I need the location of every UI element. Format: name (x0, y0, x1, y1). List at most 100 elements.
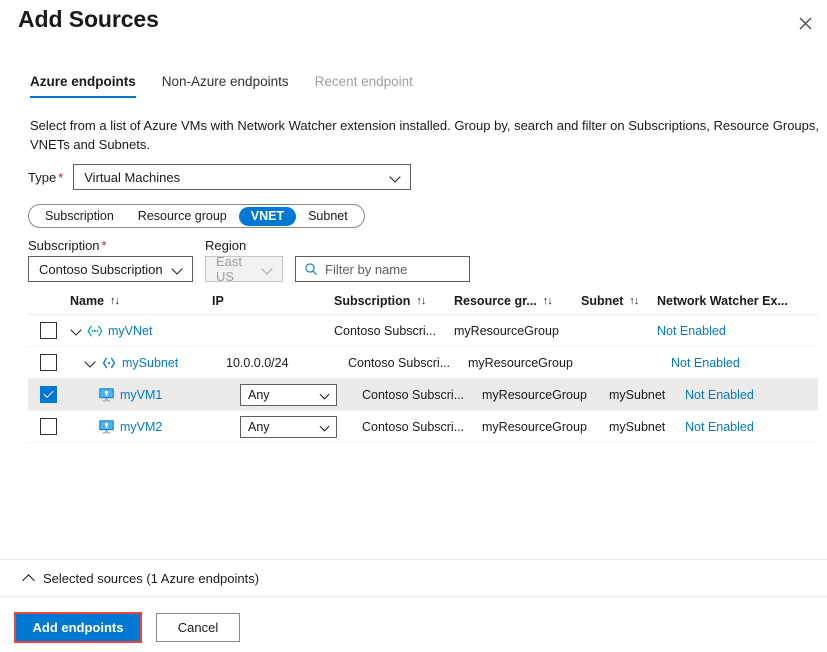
row-network-watcher-cell: Not Enabled (685, 388, 818, 402)
filters-row: Subscription * Contoso Subscription Regio… (28, 238, 470, 284)
row-network-watcher-cell: Not Enabled (657, 324, 818, 338)
cancel-button[interactable]: Cancel (156, 613, 240, 642)
subscription-dropdown[interactable]: Contoso Subscription (28, 256, 193, 282)
type-field-row: Type * Virtual Machines (28, 164, 412, 190)
row-network-watcher-cell: Not Enabled (671, 356, 818, 370)
resource-link[interactable]: myVM2 (120, 420, 162, 434)
sort-icon[interactable]: ↑↓ (629, 295, 639, 307)
column-header-ip: IP (212, 294, 224, 308)
virtual-machine-icon (98, 419, 115, 434)
chevron-down-icon (389, 170, 403, 184)
chevron-down-icon (319, 420, 332, 433)
row-subnet-cell: mySubnet (609, 419, 666, 434)
close-button[interactable] (787, 6, 823, 40)
subscription-label: Subscription * (28, 238, 107, 253)
ip-dropdown-value: Any (248, 387, 270, 402)
row-subscription-cell: Contoso Subscri... (348, 355, 451, 370)
row-resource-group-cell: myResourceGroup (482, 419, 587, 434)
subscription-filter: Subscription * Contoso Subscription (28, 238, 193, 282)
column-header-subnet[interactable]: Subnet ↑↓ (581, 294, 657, 308)
pill-subnet[interactable]: Subnet (296, 207, 360, 226)
add-endpoints-button[interactable]: Add endpoints (16, 614, 140, 641)
tab-recent-endpoint[interactable]: Recent endpoint (315, 74, 413, 98)
type-label: Type * (28, 169, 64, 185)
column-header-name[interactable]: Name ↑↓ (70, 294, 212, 308)
row-resource-group-cell: myResourceGroup (454, 323, 559, 338)
table-header-row: Name ↑↓ IP Subscription ↑↓ Resource gr..… (28, 288, 818, 315)
network-watcher-status-link[interactable]: Not Enabled (671, 356, 740, 370)
vnet-icon (87, 324, 103, 338)
ip-dropdown[interactable]: Any (240, 383, 337, 406)
panel-description: Select from a list of Azure VMs with Net… (30, 118, 820, 152)
dialog-actions: Add endpoints Cancel (14, 612, 240, 643)
network-watcher-status-link[interactable]: Not Enabled (685, 420, 754, 434)
row-checkbox-cell (28, 386, 70, 403)
column-header-network-watcher: Network Watcher Ex... (657, 294, 788, 308)
row-name-cell: myVM1 (70, 387, 240, 402)
row-subnet-cell: mySubnet (609, 387, 666, 402)
type-dropdown-value: Virtual Machines (84, 169, 181, 185)
column-header-subscription[interactable]: Subscription ↑↓ (334, 294, 454, 308)
region-dropdown-value: East US (216, 254, 243, 284)
expand-chevron-icon[interactable] (84, 356, 97, 369)
row-checkbox[interactable] (40, 418, 57, 435)
row-name-cell: myVM2 (70, 419, 240, 434)
resource-link[interactable]: myVNet (108, 324, 152, 338)
required-marker: * (58, 169, 64, 185)
sort-icon[interactable]: ↑↓ (543, 295, 553, 307)
add-endpoints-highlight: Add endpoints (14, 612, 142, 643)
row-checkbox[interactable] (40, 354, 57, 371)
row-checkbox[interactable] (40, 386, 57, 403)
row-checkbox-cell (28, 322, 70, 339)
resource-link[interactable]: mySubnet (122, 356, 178, 370)
sort-icon[interactable]: ↑↓ (416, 295, 426, 307)
pill-resource-group[interactable]: Resource group (126, 207, 239, 226)
region-filter: Region East US (205, 238, 283, 284)
row-checkbox-cell (28, 354, 70, 371)
pill-subscription[interactable]: Subscription (33, 207, 126, 226)
row-name-cell: mySubnet (70, 356, 226, 370)
row-resource-group-cell: myResourceGroup (468, 355, 573, 370)
group-by-pill-group: Subscription Resource group VNET Subnet (28, 204, 365, 228)
chevron-down-icon (261, 262, 275, 276)
expand-chevron-icon[interactable] (70, 324, 83, 337)
page-title: Add Sources (18, 6, 159, 32)
row-subscription-cell: Contoso Subscri... (334, 323, 437, 338)
table-row[interactable]: myVNet Contoso Subscri... myResourceGrou… (28, 315, 818, 347)
chevron-down-icon (319, 388, 332, 401)
row-ip-cell: Any (240, 415, 362, 438)
filter-by-name-box[interactable] (295, 256, 470, 282)
tab-bar: Azure endpoints Non-Azure endpoints Rece… (30, 74, 439, 98)
pill-vnet[interactable]: VNET (238, 206, 297, 226)
row-subscription-cell: Contoso Subscri... (362, 419, 465, 434)
row-resource-group-cell: myResourceGroup (482, 387, 587, 402)
tab-azure-endpoints[interactable]: Azure endpoints (30, 74, 136, 98)
row-name-cell: myVNet (70, 324, 212, 338)
search-icon (304, 262, 318, 276)
row-subscription-cell: Contoso Subscri... (362, 387, 465, 402)
table-row[interactable]: myVM1 Any Contoso Subscri... myResourceG… (28, 379, 818, 411)
search-input[interactable] (325, 261, 461, 277)
network-watcher-status-link[interactable]: Not Enabled (685, 388, 754, 402)
table-row[interactable]: mySubnet 10.0.0.0/24 Contoso Subscri... … (28, 347, 818, 379)
subscription-dropdown-value: Contoso Subscription (39, 261, 163, 277)
selected-sources-bar[interactable]: Selected sources (1 Azure endpoints) (0, 559, 827, 597)
resource-link[interactable]: myVM1 (120, 388, 162, 402)
region-label: Region (205, 238, 247, 253)
close-icon (799, 17, 812, 30)
type-dropdown[interactable]: Virtual Machines (73, 164, 412, 190)
network-watcher-status-link[interactable]: Not Enabled (657, 324, 726, 338)
row-checkbox[interactable] (40, 322, 57, 339)
endpoints-table: Name ↑↓ IP Subscription ↑↓ Resource gr..… (28, 288, 818, 443)
table-row[interactable]: myVM2 Any Contoso Subscri... myResourceG… (28, 411, 818, 443)
selected-sources-label: Selected sources (1 Azure endpoints) (43, 570, 260, 586)
column-header-resource-group[interactable]: Resource gr... ↑↓ (454, 294, 581, 308)
row-checkbox-cell (28, 418, 70, 435)
ip-dropdown[interactable]: Any (240, 415, 337, 438)
required-marker: * (101, 238, 107, 253)
subnet-icon (101, 356, 117, 370)
tab-non-azure-endpoints[interactable]: Non-Azure endpoints (162, 74, 289, 98)
row-ip-cell: Any (240, 383, 362, 406)
row-ip-cell: 10.0.0.0/24 (226, 355, 289, 370)
sort-icon[interactable]: ↑↓ (110, 295, 120, 307)
